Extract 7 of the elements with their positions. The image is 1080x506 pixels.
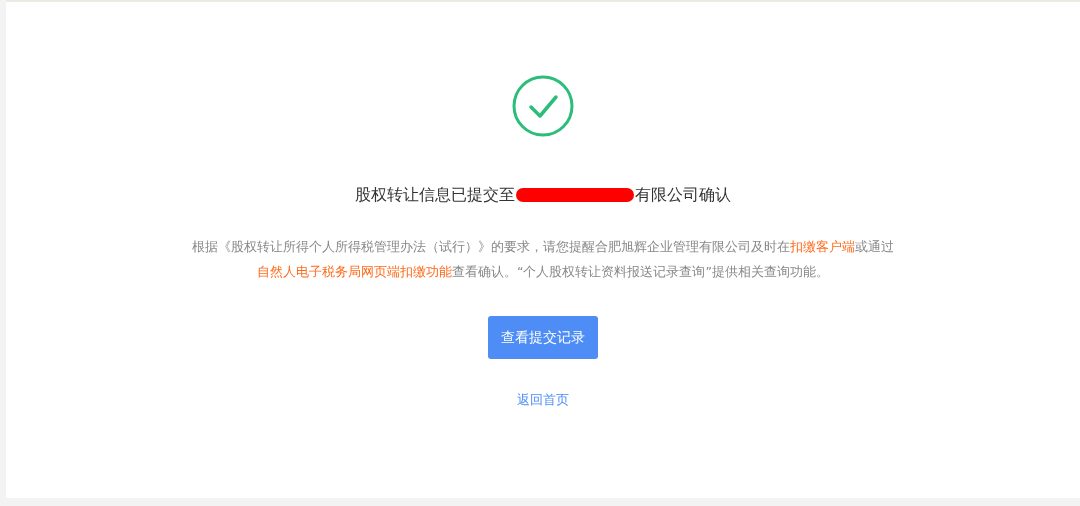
instruction-text: 根据《股权转让所得个人所得税管理办法（试行）》的要求，请您提醒合肥旭辉企业管理有限公司及时在扣缴客户端或通过 自然人电子税务局网页端扣缴功能查看确认。“个人股权转让资料报送记录查询”提供相关查询功能。 — [191, 238, 895, 281]
help-link[interactable]: 自然人电子税务局网页端扣缴功能 — [257, 264, 452, 279]
confirmation-title: 股权转让信息已提交至 — [355, 184, 515, 206]
confirmation-title: 有限公司确认 — [635, 184, 731, 206]
home-link[interactable]: 返回首页 — [517, 391, 569, 409]
view-records-button[interactable]: 查看提交记录 — [488, 316, 598, 359]
help-link[interactable]: 扣缴客户端 — [790, 239, 855, 254]
